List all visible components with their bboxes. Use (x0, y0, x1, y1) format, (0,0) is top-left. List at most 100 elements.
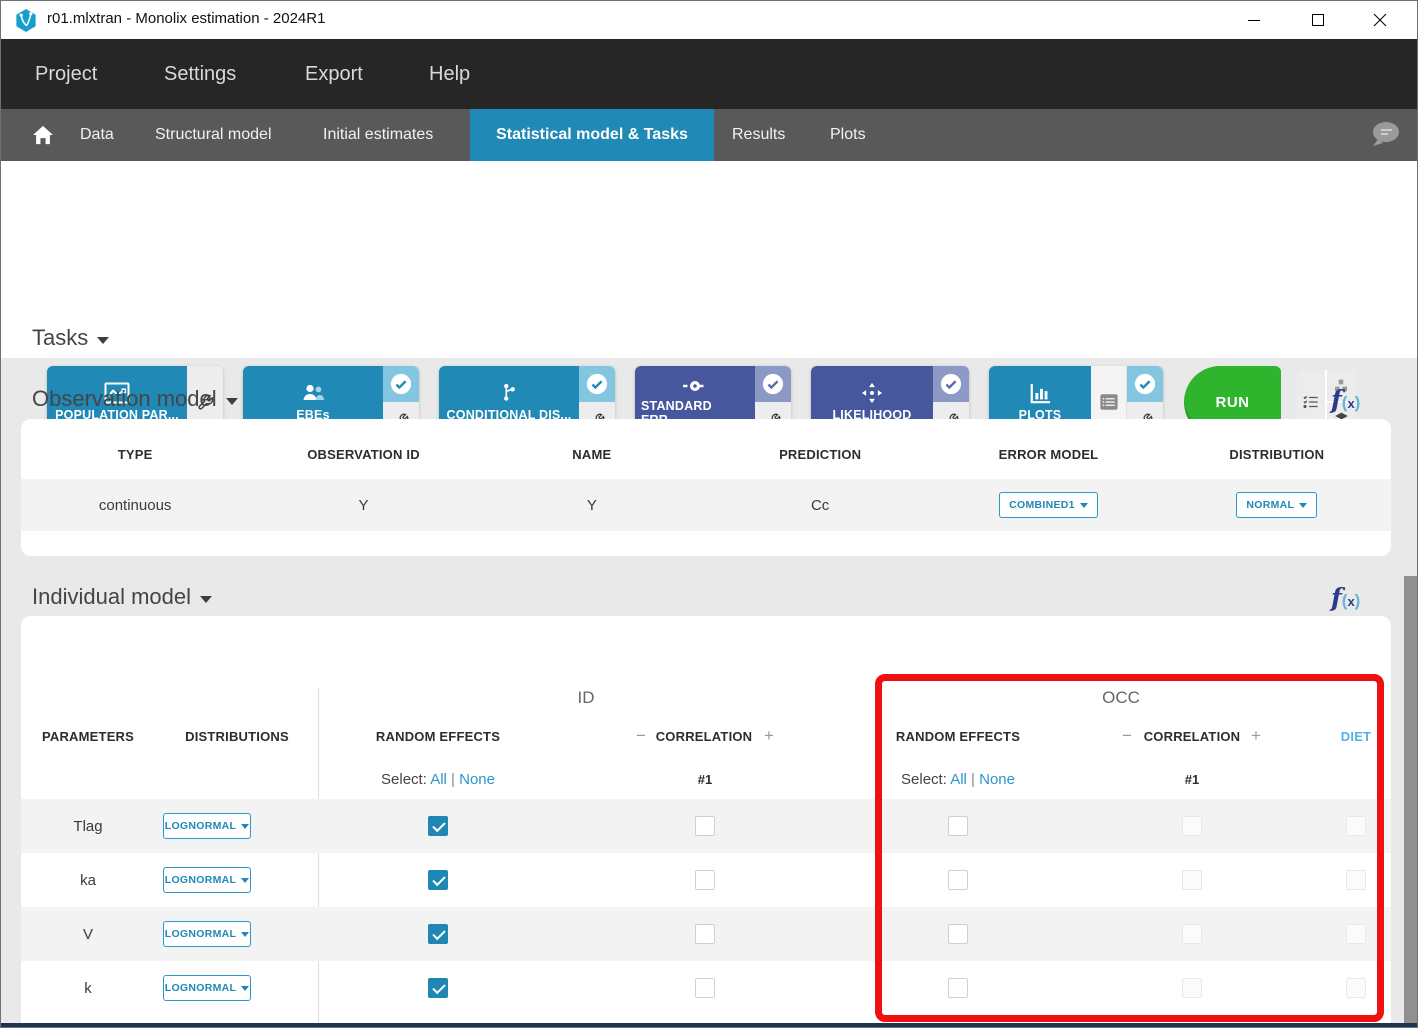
parameter-name: k (28, 961, 148, 1015)
diet-covariate-checkbox[interactable] (1346, 924, 1366, 944)
diet-covariate-checkbox[interactable] (1346, 870, 1366, 890)
individual-formula-icon[interactable]: f(x) (1331, 583, 1371, 612)
column-observation-id: OBSERVATION ID (249, 447, 477, 462)
tab-statistical-model-tasks[interactable]: Statistical model & Tasks (470, 109, 714, 161)
occ-correlation-index: #1 (1185, 772, 1199, 787)
task-selected-check-icon[interactable] (579, 366, 615, 402)
id-random-effects-header: RANDOM EFFECTS (376, 729, 500, 744)
obs-id: Y (249, 497, 477, 514)
distribution-dropdown[interactable]: LOGNORMAL (163, 813, 251, 839)
parameters-header: PARAMETERS (42, 729, 134, 744)
chevron-down-icon (241, 986, 249, 991)
occ-random-effect-checkbox[interactable] (948, 816, 968, 836)
people-icon (300, 382, 326, 404)
id-select-none-link[interactable]: None (459, 771, 495, 788)
id-correlation-checkbox[interactable] (695, 924, 715, 944)
distributions-header: DISTRIBUTIONS (185, 729, 289, 744)
occ-select-none-link[interactable]: None (979, 771, 1015, 788)
chevron-down-icon (241, 824, 249, 829)
task-selected-check-icon[interactable] (1127, 366, 1163, 402)
id-select-all-link[interactable]: All (430, 771, 447, 788)
table-row: V LOGNORMAL (21, 907, 1391, 961)
add-occ-correlation-icon[interactable]: + (1251, 726, 1261, 746)
occ-select-all-link[interactable]: All (950, 771, 967, 788)
occ-correlation-checkbox[interactable] (1182, 978, 1202, 998)
minimize-button[interactable] (1231, 1, 1277, 39)
menu-help[interactable]: Help (429, 39, 470, 109)
task-selected-check-icon[interactable] (933, 366, 969, 402)
occ-select-row: Select: All | None (901, 771, 1015, 788)
tab-structural-model[interactable]: Structural model (155, 109, 272, 161)
occ-random-effect-checkbox[interactable] (948, 870, 968, 890)
diet-covariate-checkbox[interactable] (1346, 816, 1366, 836)
collapse-arrow-icon (226, 398, 238, 405)
obs-name: Y (478, 497, 706, 514)
id-correlation-checkbox[interactable] (695, 816, 715, 836)
task-selected-check-icon[interactable] (383, 366, 419, 402)
tab-initial-estimates[interactable]: Initial estimates (323, 109, 433, 161)
vertical-scrollbar[interactable] (1404, 576, 1417, 1028)
id-random-effect-checkbox[interactable] (428, 816, 448, 836)
column-prediction: PREDICTION (706, 447, 934, 462)
observation-model-card: TYPE OBSERVATION ID NAME PREDICTION ERRO… (21, 419, 1391, 556)
obs-type: continuous (21, 497, 249, 514)
table-row: k LOGNORMAL (21, 961, 1391, 1015)
tab-data[interactable]: Data (80, 109, 114, 161)
id-correlation-header: CORRELATION (656, 729, 753, 744)
monolix-logo-icon (14, 8, 38, 33)
menu-export[interactable]: Export (305, 39, 363, 109)
occ-random-effect-checkbox[interactable] (948, 924, 968, 944)
obs-prediction: Cc (706, 497, 934, 514)
observation-formula-icon[interactable]: f(x) (1331, 385, 1371, 414)
branch-icon (498, 382, 520, 404)
distribution-dropdown[interactable]: LOGNORMAL (163, 867, 251, 893)
parameter-name: ka (28, 853, 148, 907)
group-occ-label: OCC (1102, 688, 1140, 708)
add-id-correlation-icon[interactable]: + (764, 726, 774, 746)
task-selected-check-icon[interactable] (755, 366, 791, 402)
parameter-name: Tlag (28, 799, 148, 853)
window-title: r01.mlxtran - Monolix estimation - 2024R… (47, 10, 325, 27)
feedback-chat-icon[interactable] (1367, 119, 1403, 151)
title-bar: r01.mlxtran - Monolix estimation - 2024R… (1, 1, 1417, 39)
tab-results[interactable]: Results (732, 109, 785, 161)
remove-occ-correlation-icon[interactable]: − (1122, 726, 1132, 746)
tab-plots[interactable]: Plots (830, 109, 866, 161)
observation-model-heading[interactable]: Observation model (32, 386, 238, 412)
distribution-dropdown[interactable]: LOGNORMAL (163, 975, 251, 1001)
menu-settings[interactable]: Settings (164, 39, 236, 109)
group-id-label: ID (578, 688, 595, 708)
occ-correlation-checkbox[interactable] (1182, 924, 1202, 944)
diet-covariate-header: DIET (1341, 729, 1371, 744)
id-correlation-checkbox[interactable] (695, 978, 715, 998)
maximize-button[interactable] (1295, 1, 1341, 39)
close-button[interactable] (1357, 1, 1403, 39)
column-type: TYPE (21, 447, 249, 462)
occ-correlation-checkbox[interactable] (1182, 870, 1202, 890)
distribution-dropdown[interactable]: LOGNORMAL (163, 921, 251, 947)
crosshair-icon (861, 382, 883, 404)
chevron-down-icon (1080, 503, 1088, 508)
column-distribution: DISTRIBUTION (1163, 447, 1391, 462)
table-row: ka LOGNORMAL (21, 853, 1391, 907)
id-random-effect-checkbox[interactable] (428, 978, 448, 998)
remove-id-correlation-icon[interactable]: − (636, 726, 646, 746)
home-tab[interactable] (21, 109, 65, 161)
parameter-name: V (28, 907, 148, 961)
individual-model-heading[interactable]: Individual model (32, 584, 212, 610)
menu-project[interactable]: Project (35, 39, 97, 109)
occ-correlation-checkbox[interactable] (1182, 816, 1202, 836)
distribution-dropdown[interactable]: NORMAL (1236, 492, 1317, 518)
error-model-dropdown[interactable]: COMBINED1 (999, 492, 1098, 518)
collapse-arrow-icon (97, 337, 109, 344)
tasks-heading[interactable]: Tasks (32, 325, 109, 351)
table-row: Tlag LOGNORMAL (21, 799, 1391, 853)
id-random-effect-checkbox[interactable] (428, 870, 448, 890)
occ-random-effects-header: RANDOM EFFECTS (896, 729, 1020, 744)
home-icon (32, 125, 54, 145)
diet-covariate-checkbox[interactable] (1346, 978, 1366, 998)
occ-random-effect-checkbox[interactable] (948, 978, 968, 998)
id-correlation-checkbox[interactable] (695, 870, 715, 890)
id-random-effect-checkbox[interactable] (428, 924, 448, 944)
column-name: NAME (478, 447, 706, 462)
